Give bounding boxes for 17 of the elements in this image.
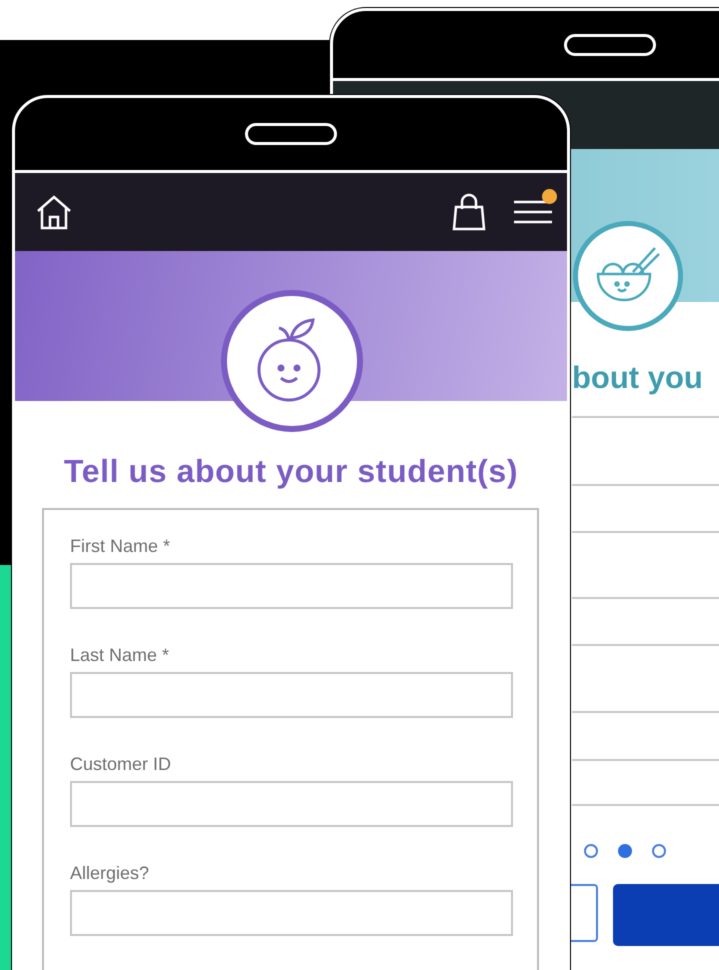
page-dot[interactable] bbox=[584, 844, 598, 858]
field-label: Customer ID bbox=[70, 754, 172, 775]
input-field[interactable] bbox=[70, 672, 513, 718]
page-dot[interactable] bbox=[618, 844, 632, 858]
menu-icon[interactable] bbox=[513, 199, 553, 225]
field-label: Allergies? bbox=[70, 863, 150, 884]
form-title: Tell us about your student(s) bbox=[62, 453, 520, 490]
home-icon[interactable] bbox=[35, 194, 73, 230]
form-title: bout you bbox=[572, 360, 704, 396]
field-label: Last Name * bbox=[70, 645, 170, 666]
shopping-bag-icon[interactable] bbox=[451, 193, 487, 231]
input-field[interactable] bbox=[70, 890, 513, 936]
page-dot[interactable] bbox=[652, 844, 666, 858]
field-label: First Name * bbox=[70, 536, 172, 557]
input-field[interactable] bbox=[70, 563, 513, 609]
secondary-button[interactable] bbox=[570, 884, 598, 942]
input-field[interactable] bbox=[70, 781, 513, 827]
